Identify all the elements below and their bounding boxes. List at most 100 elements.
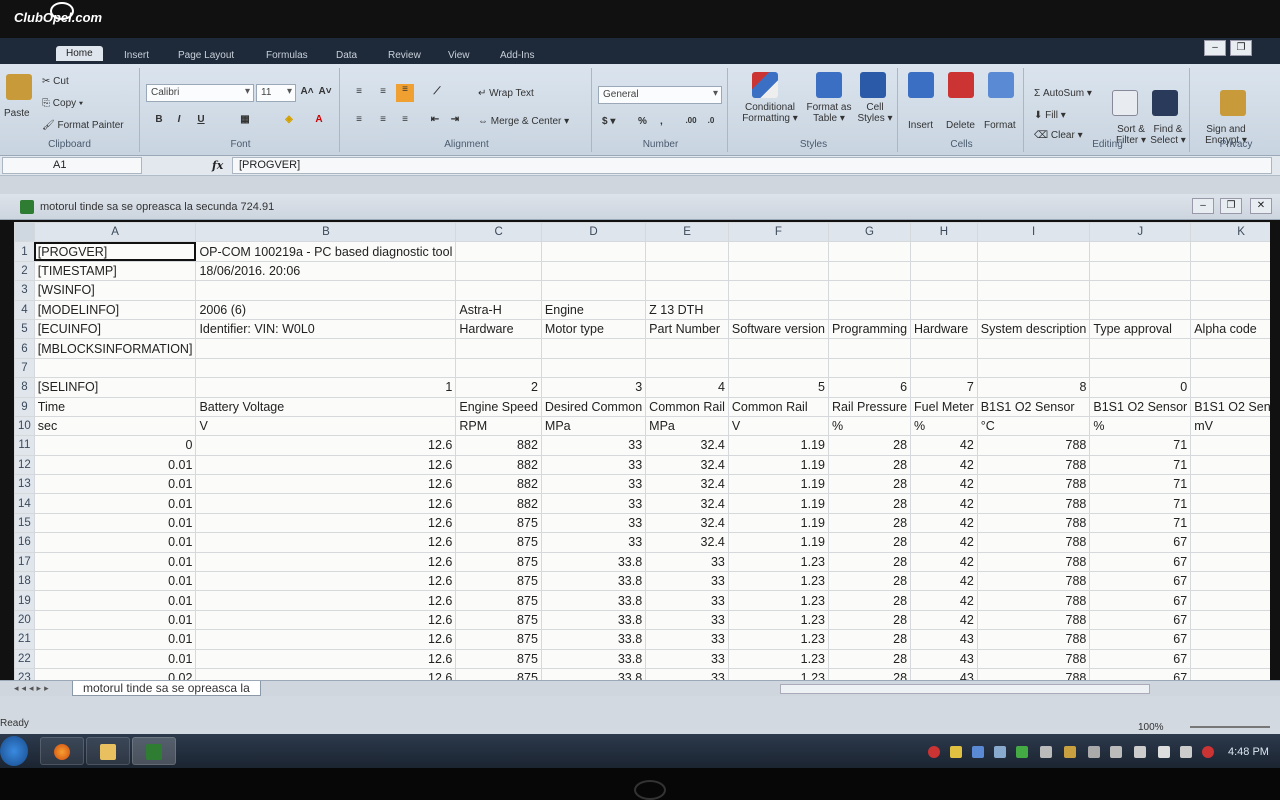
cell-k4[interactable] (1190, 299, 1270, 320)
cell-d2[interactable] (540, 260, 647, 282)
cell-e12[interactable]: 32.4 (645, 454, 729, 476)
cell-j7[interactable] (1089, 357, 1192, 379)
cut-button[interactable]: ✂ Cut (42, 76, 69, 87)
cell-j18[interactable]: 67 (1089, 571, 1192, 592)
cell-f16[interactable]: 1.19 (727, 532, 830, 553)
cell-k18[interactable]: 20 (1190, 571, 1270, 592)
cell-a14[interactable]: 0.01 (33, 493, 197, 514)
cell-i3[interactable] (976, 280, 1091, 301)
cell-k12[interactable]: 23 (1190, 454, 1270, 476)
sheet-nav-arrows-icon[interactable]: ◂◂◂▸▸ (14, 683, 52, 694)
cell-c3[interactable] (455, 280, 542, 301)
column-header-e[interactable]: E (645, 222, 729, 243)
cell-e8[interactable]: 4 (645, 377, 729, 398)
column-header-k[interactable]: K (1190, 222, 1270, 243)
cell-h8[interactable]: 7 (910, 377, 978, 398)
cell-f20[interactable]: 1.23 (727, 609, 830, 631)
taskbar-clock[interactable]: 4:48 PM (1228, 746, 1269, 758)
row-header[interactable]: 14 (14, 493, 35, 514)
cell-g22[interactable]: 28 (827, 648, 912, 669)
cell-c7[interactable] (455, 357, 542, 379)
cell-a18[interactable]: 0.01 (33, 571, 197, 592)
cell-i23[interactable]: 788 (976, 667, 1091, 680)
cell-a22[interactable]: 0.01 (33, 648, 197, 669)
row-header[interactable]: 12 (14, 454, 35, 476)
cell-k3[interactable] (1190, 280, 1270, 301)
cell-j19[interactable]: 67 (1089, 590, 1192, 611)
cell-k10[interactable]: mV (1190, 415, 1270, 437)
select-all-corner[interactable] (14, 222, 35, 243)
cell-b18[interactable]: 12.6 (195, 571, 457, 592)
cell-c18[interactable]: 875 (455, 571, 542, 592)
cell-e2[interactable] (645, 260, 729, 282)
tab-data[interactable]: Data (336, 50, 357, 61)
tab-review[interactable]: Review (388, 50, 421, 61)
cell-i7[interactable] (976, 357, 1091, 379)
orientation-icon[interactable]: ⟋ (430, 86, 444, 100)
cell-b2[interactable]: 18/06/2016. 20:06 (195, 260, 457, 282)
cell-c2[interactable] (455, 260, 542, 282)
row-header[interactable]: 3 (14, 280, 35, 301)
cell-a21[interactable]: 0.01 (33, 629, 197, 650)
cell-i15[interactable]: 788 (976, 512, 1091, 534)
cell-b20[interactable]: 12.6 (195, 609, 457, 631)
tray-power-icon[interactable] (1180, 746, 1192, 758)
cell-b3[interactable] (195, 280, 457, 301)
cell-g4[interactable] (827, 299, 912, 320)
cell-c4[interactable]: Astra-H (455, 299, 542, 320)
cell-b16[interactable]: 12.6 (195, 532, 457, 553)
row-header[interactable]: 10 (14, 415, 35, 437)
cell-e3[interactable] (645, 280, 729, 301)
cell-f21[interactable]: 1.23 (727, 629, 830, 650)
cell-i10[interactable]: °C (976, 415, 1091, 437)
insert-function-icon[interactable]: fx (212, 159, 223, 172)
cell-a4[interactable]: [MODELINFO] (33, 299, 197, 320)
bold-button[interactable]: B (152, 114, 166, 128)
cell-h9[interactable]: Fuel Meter (910, 396, 978, 417)
row-header[interactable]: 16 (14, 532, 35, 553)
cell-k1[interactable] (1190, 241, 1270, 262)
taskbar-explorer-button[interactable] (86, 737, 130, 765)
underline-button[interactable]: U (194, 114, 208, 128)
cell-j22[interactable]: 67 (1089, 648, 1192, 669)
name-box[interactable]: A1 (2, 157, 142, 174)
cell-b11[interactable]: 12.6 (195, 435, 457, 456)
font-size-select[interactable]: 11 (256, 84, 296, 102)
cell-f15[interactable]: 1.19 (727, 512, 830, 534)
cell-j21[interactable]: 67 (1089, 629, 1192, 650)
start-button[interactable] (0, 736, 28, 766)
row-header[interactable]: 4 (14, 299, 35, 320)
column-header-j[interactable]: J (1089, 222, 1192, 243)
cell-g16[interactable]: 28 (827, 532, 912, 553)
cell-a19[interactable]: 0.01 (33, 590, 197, 611)
cell-d4[interactable]: Engine (540, 299, 647, 320)
cell-k11[interactable]: 23 (1190, 435, 1270, 456)
cell-e23[interactable]: 33 (645, 667, 729, 680)
cell-e1[interactable] (645, 241, 729, 262)
cell-i16[interactable]: 788 (976, 532, 1091, 553)
row-header[interactable]: 7 (14, 357, 35, 379)
cell-h17[interactable]: 42 (910, 551, 978, 573)
cell-g11[interactable]: 28 (827, 435, 912, 456)
cell-k21[interactable]: 20 (1190, 629, 1270, 650)
row-header[interactable]: 11 (14, 435, 35, 456)
cell-f9[interactable]: Common Rail (727, 396, 830, 417)
row-header[interactable]: 1 (14, 241, 35, 262)
cell-d10[interactable]: MPa (540, 415, 647, 437)
cell-g1[interactable] (827, 241, 912, 262)
cell-j13[interactable]: 71 (1089, 474, 1192, 495)
cell-f7[interactable] (727, 357, 830, 379)
cell-g14[interactable]: 28 (827, 493, 912, 514)
cell-styles-button[interactable]: Cell Styles ▾ (856, 102, 894, 124)
cell-e15[interactable]: 32.4 (645, 512, 729, 534)
cell-c14[interactable]: 882 (455, 493, 542, 514)
cell-a8[interactable]: [SELINFO] (33, 377, 197, 398)
zoom-level[interactable]: 100% (1138, 722, 1164, 733)
cell-a23[interactable]: 0.02 (33, 667, 197, 680)
workbook-maximize-button[interactable]: ❐ (1220, 198, 1242, 214)
tray-network-icon[interactable] (994, 746, 1006, 758)
cell-b23[interactable]: 12.6 (195, 667, 457, 680)
cell-c11[interactable]: 882 (455, 435, 542, 456)
tray-antivirus-icon[interactable] (928, 746, 940, 758)
cell-g2[interactable] (827, 260, 912, 282)
